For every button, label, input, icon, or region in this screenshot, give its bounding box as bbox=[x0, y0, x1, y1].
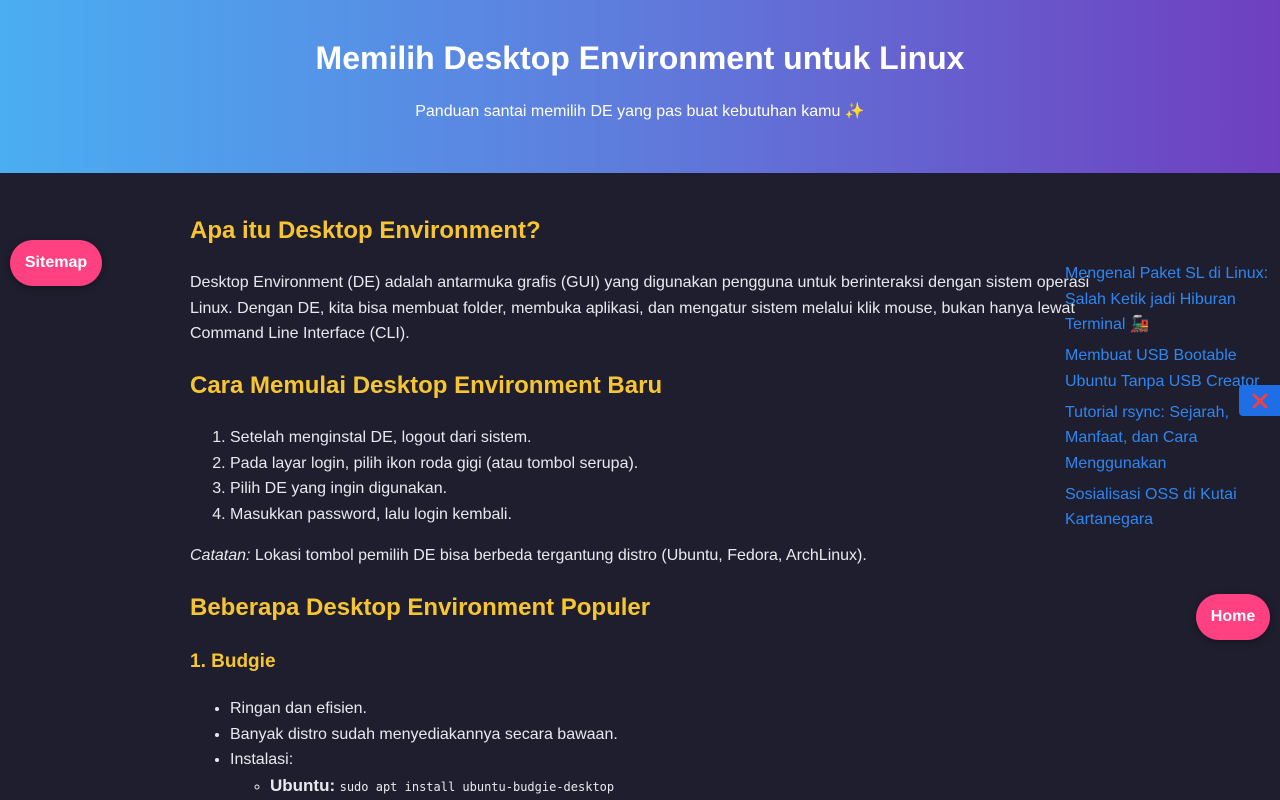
list-item: Pilih DE yang ingin digunakan. bbox=[230, 476, 1050, 502]
install-command: sudo apt install ubuntu-budgie-desktop bbox=[339, 779, 615, 794]
heading-popular-de: Beberapa Desktop Environment Populer bbox=[190, 594, 651, 621]
list-item: Pada layar login, pilih ikon roda gigi (… bbox=[230, 451, 1050, 477]
list-item: Instalasi: Ubuntu: sudo apt install ubun… bbox=[230, 747, 1050, 800]
install-sublist: Ubuntu: sudo apt install ubuntu-budgie-d… bbox=[230, 773, 1050, 800]
close-sidebar-button[interactable] bbox=[1239, 385, 1280, 416]
note-text: Lokasi tombol pemilih DE bisa berbeda te… bbox=[250, 547, 867, 564]
install-label: Instalasi: bbox=[230, 751, 294, 768]
page-title: Memilih Desktop Environment untuk Linux bbox=[315, 40, 965, 76]
paragraph-what-is-de: Desktop Environment (DE) adalah antarmuk… bbox=[190, 274, 1090, 342]
x-icon bbox=[1252, 393, 1267, 408]
list-item: Setelah menginstal DE, logout dari siste… bbox=[230, 425, 1050, 451]
list-item: Banyak distro sudah menyediakannya secar… bbox=[230, 722, 1050, 748]
note-paragraph: Catatan: Lokasi tombol pemilih DE bisa b… bbox=[190, 543, 1090, 569]
heading-start-de: Cara Memulai Desktop Environment Baru bbox=[190, 372, 663, 399]
page-header: Memilih Desktop Environment untuk Linux … bbox=[0, 0, 1280, 173]
page-subtitle: Panduan santai memilih DE yang pas buat … bbox=[415, 103, 865, 120]
list-item: Ringan dan efisien. bbox=[230, 696, 1050, 722]
sidebar-link-oss-kutai[interactable]: Sosialisasi OSS di Kutai Kartanegara bbox=[1065, 482, 1280, 533]
list-item: Masukkan password, lalu login kembali. bbox=[230, 502, 1050, 528]
list-item: Ubuntu: sudo apt install ubuntu-budgie-d… bbox=[270, 773, 1050, 800]
budgie-list: Ringan dan efisien. Banyak distro sudah … bbox=[190, 696, 1050, 800]
sitemap-button[interactable]: Sitemap bbox=[10, 240, 102, 286]
heading-budgie: 1. Budgie bbox=[190, 651, 276, 672]
steps-list: Setelah menginstal DE, logout dari siste… bbox=[190, 425, 1050, 527]
note-label: Catatan: bbox=[190, 547, 251, 564]
sidebar-link-paket-sl[interactable]: Mengenal Paket SL di Linux: Salah Ketik … bbox=[1065, 261, 1280, 338]
distro-label: Ubuntu: bbox=[270, 775, 336, 795]
heading-what-is-de: Apa itu Desktop Environment? bbox=[190, 217, 541, 244]
home-button[interactable]: Home bbox=[1196, 594, 1270, 640]
